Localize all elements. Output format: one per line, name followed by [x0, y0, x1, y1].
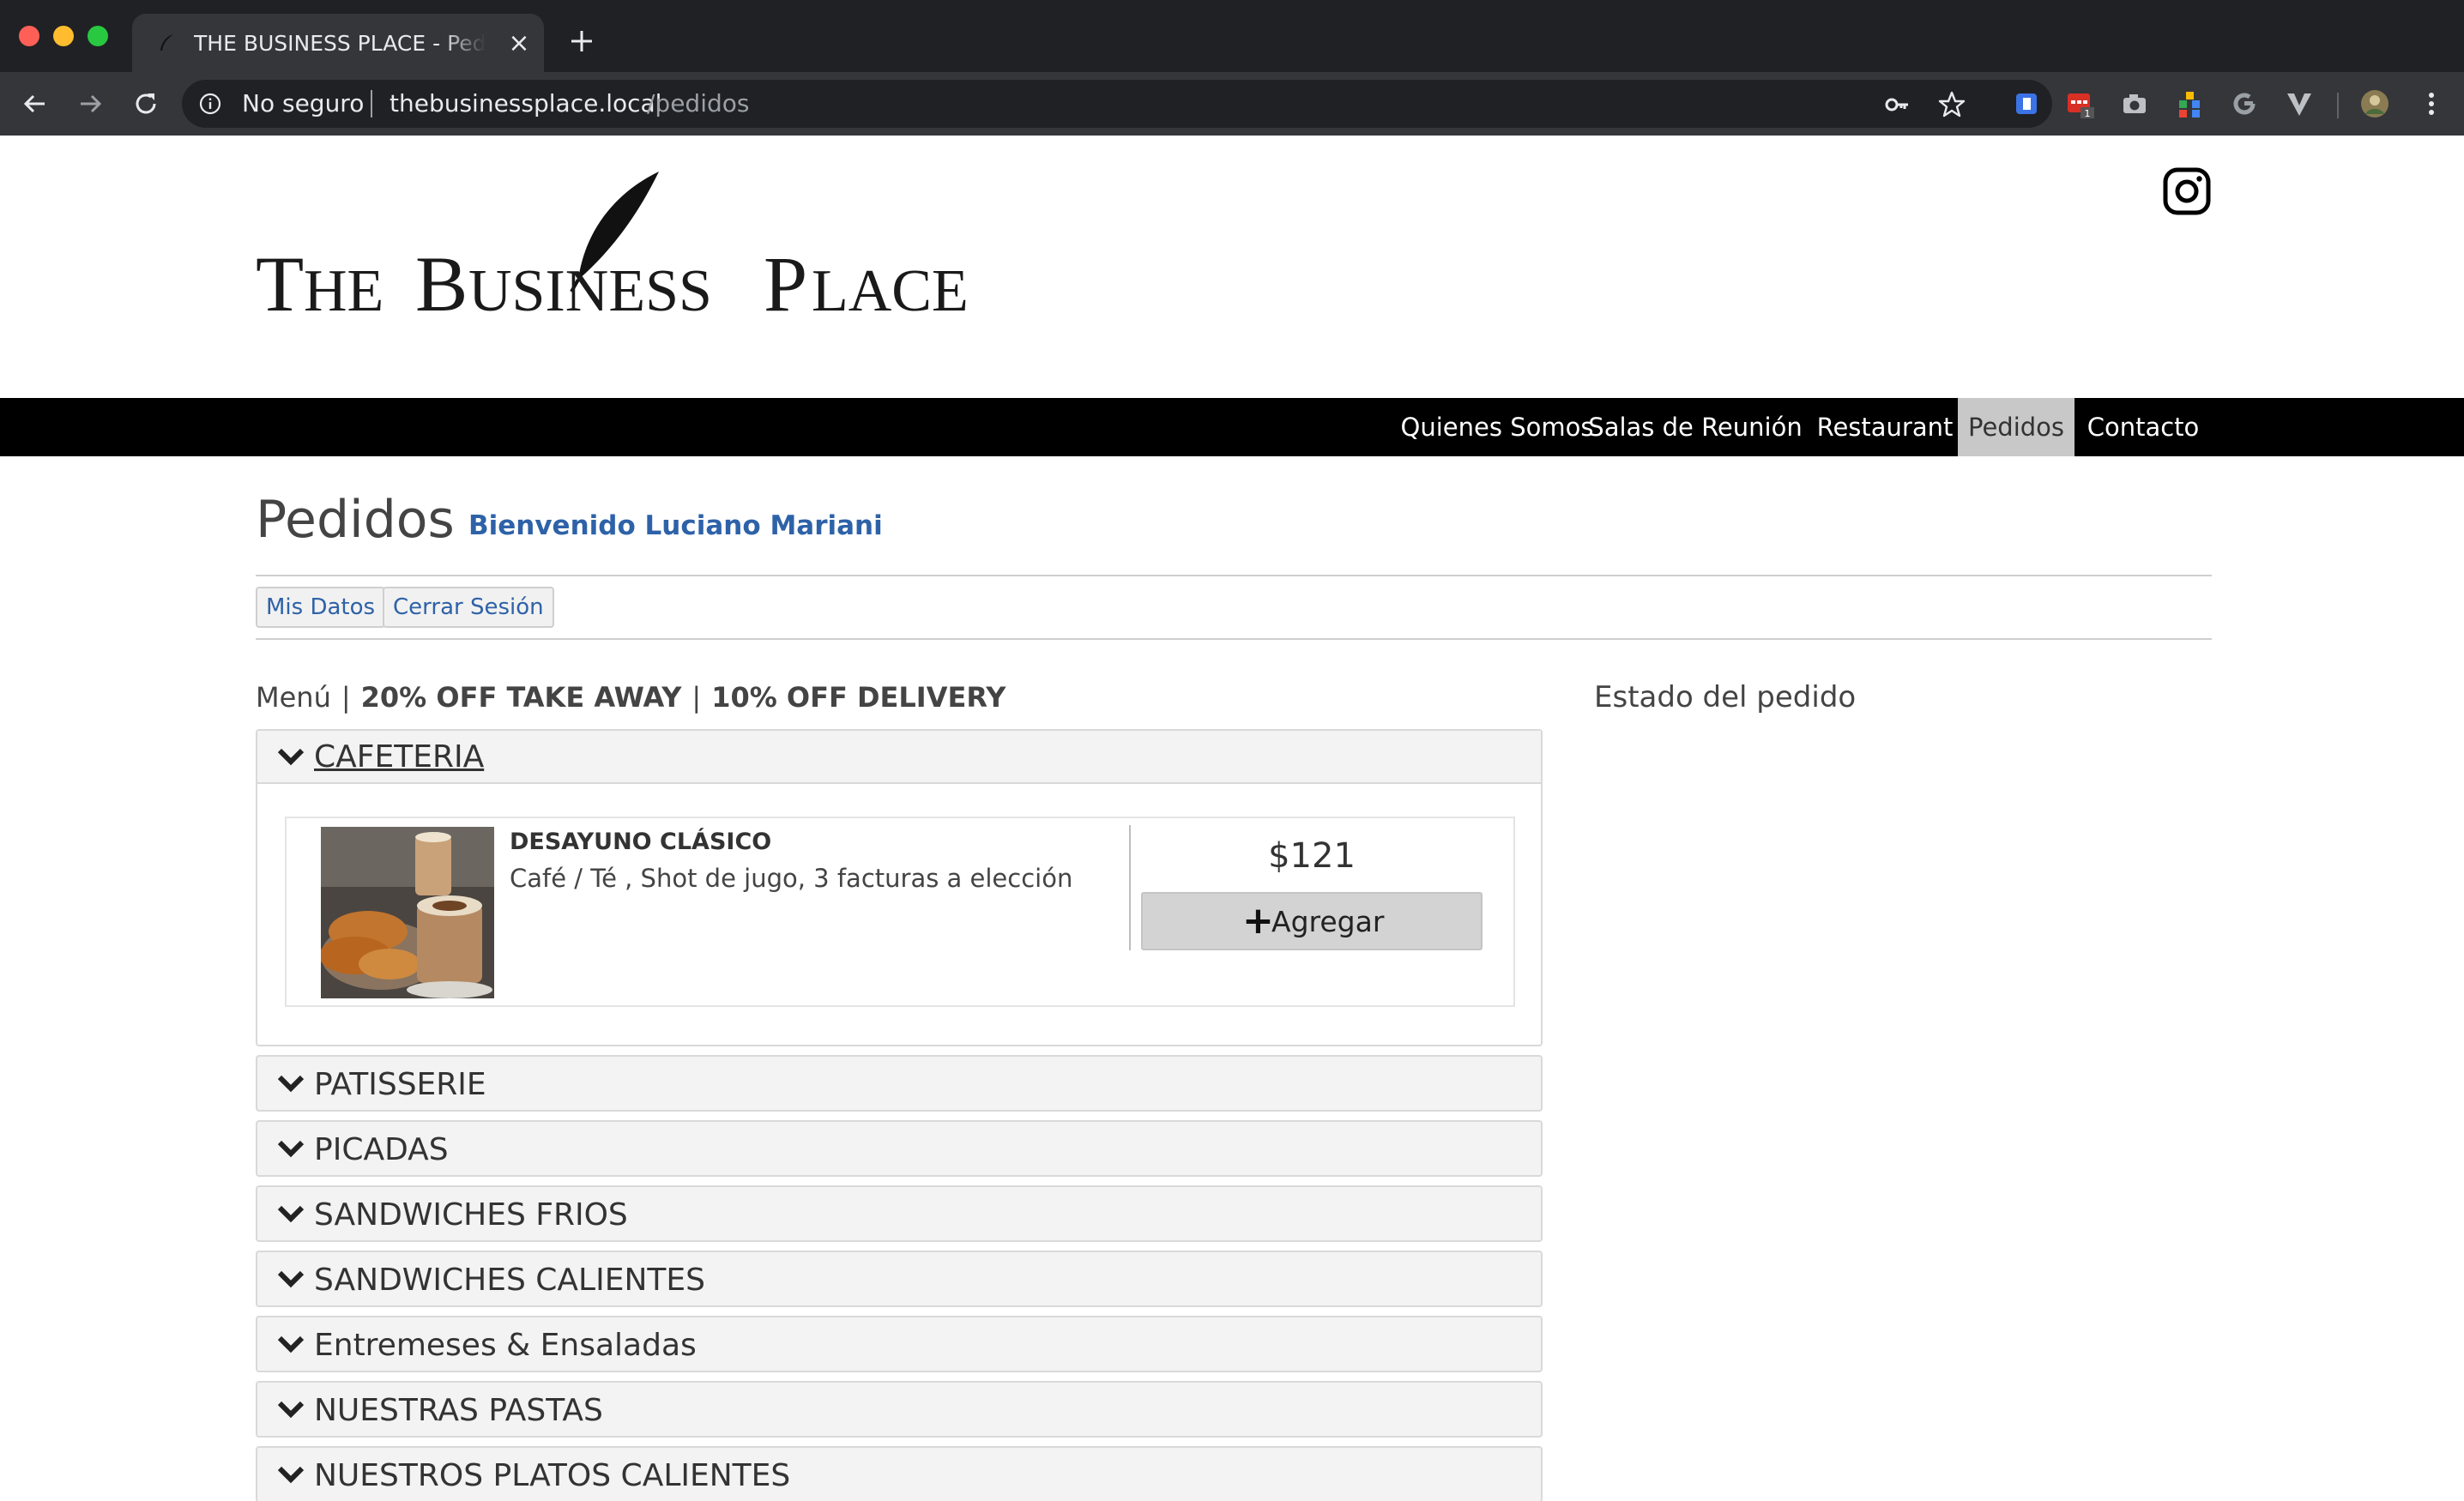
extension-vimium-icon[interactable]	[2284, 88, 2315, 119]
browser-toolbar: No seguro thebusinessplace.local /pedido…	[0, 72, 2464, 136]
key-icon[interactable]	[1884, 92, 1910, 118]
svg-text:P: P	[764, 240, 807, 316]
divider	[256, 638, 2212, 640]
svg-text:B: B	[415, 240, 468, 316]
separator: |	[691, 681, 702, 714]
svg-text:T: T	[256, 240, 304, 316]
extension-sync-icon[interactable]	[2229, 88, 2260, 119]
category-header[interactable]: CAFETERIA	[257, 731, 1541, 784]
info-icon[interactable]	[199, 93, 221, 115]
address-bar[interactable]: No seguro thebusinessplace.local /pedido…	[182, 80, 2052, 128]
svg-text:LACE: LACE	[812, 258, 969, 316]
nav-item-contacto[interactable]: Contacto	[2074, 398, 2212, 456]
extension-calendar-icon[interactable]: 1	[2064, 88, 2095, 119]
item-divider	[1129, 825, 1131, 950]
category-sandwiches-frios[interactable]: SANDWICHES FRIOS	[256, 1185, 1543, 1242]
window-close-button[interactable]	[19, 26, 39, 46]
promo-delivery: 10% OFF DELIVERY	[711, 681, 1006, 714]
extension-badge: 1	[2085, 108, 2091, 119]
chevron-down-icon	[277, 1335, 305, 1353]
item-description: Café / Té , Shot de jugo, 3 facturas a e…	[510, 864, 1073, 893]
browser-chrome: THE BUSINESS PLACE - Pedidos × No seguro	[0, 0, 2464, 136]
chevron-down-icon	[277, 1205, 305, 1223]
menu-header: Menú | 20% OFF TAKE AWAY | 10% OFF DELIVERY	[256, 676, 1006, 719]
category-title[interactable]: PATISSERIE	[314, 1064, 486, 1106]
security-label[interactable]: No seguro	[242, 88, 364, 119]
page-content: T HE B USINESS P LACE Quienes Somos Sala…	[0, 136, 2464, 1501]
tab-title: THE BUSINESS PLACE - Pedidos	[194, 31, 486, 56]
category-title[interactable]: PICADAS	[314, 1129, 449, 1172]
browser-tab[interactable]: THE BUSINESS PLACE - Pedidos ×	[132, 14, 544, 72]
back-icon[interactable]	[19, 88, 50, 119]
svg-text:HE: HE	[304, 258, 383, 316]
browser-menu-icon[interactable]	[2416, 88, 2447, 119]
profile-avatar-icon[interactable]	[2359, 88, 2390, 119]
new-tab-icon[interactable]	[566, 26, 597, 57]
order-status-title: Estado del pedido	[1594, 680, 1857, 714]
tab-close-icon[interactable]: ×	[504, 29, 534, 58]
mis-datos-button[interactable]: Mis Datos	[256, 587, 386, 628]
add-to-order-button[interactable]: + Agregar	[1141, 892, 1483, 950]
page-title: Pedidos	[256, 490, 455, 550]
main-nav: Quienes Somos Salas de Reunión Restauran…	[0, 398, 2464, 456]
welcome-message: Bienvenido Luciano Mariani	[468, 510, 883, 541]
extension-camera-icon[interactable]	[2119, 88, 2150, 119]
chevron-down-icon	[277, 1270, 305, 1288]
category-picadas[interactable]: PICADAS	[256, 1120, 1543, 1177]
site-logo[interactable]: T HE B USINESS P LACE	[256, 170, 976, 316]
category-sandwiches-calientes[interactable]: SANDWICHES CALIENTES	[256, 1251, 1543, 1307]
item-photo	[321, 827, 494, 998]
reload-icon[interactable]	[130, 88, 161, 119]
category-nuestras-pastas[interactable]: NUESTRAS PASTAS	[256, 1381, 1543, 1438]
star-icon[interactable]	[1937, 90, 1966, 119]
svg-text:USINESS: USINESS	[468, 258, 712, 316]
category-nuestros-platos-calientes[interactable]: NUESTROS PLATOS CALIENTES	[256, 1446, 1543, 1501]
window-minimize-button[interactable]	[53, 26, 74, 46]
nav-item-restaurant[interactable]: Restaurant	[1809, 398, 1961, 456]
forward-icon[interactable]	[75, 88, 106, 119]
url-path[interactable]: /pedidos	[647, 88, 749, 119]
category-title[interactable]: NUESTROS PLATOS CALIENTES	[314, 1455, 790, 1498]
item-price: $121	[1268, 836, 1356, 876]
add-button-label: Agregar	[1271, 905, 1385, 938]
chevron-down-icon	[277, 1401, 305, 1419]
separator: |	[341, 681, 351, 714]
chevron-down-icon	[277, 1140, 305, 1158]
extension-blocks-icon[interactable]	[2174, 88, 2205, 119]
window-maximize-button[interactable]	[88, 26, 108, 46]
menu-item-card: DESAYUNO CLÁSICO Café / Té , Shot de jug…	[285, 817, 1515, 1007]
promo-takeaway: 20% OFF TAKE AWAY	[360, 681, 682, 714]
nav-item-quienes-somos[interactable]: Quienes Somos	[1385, 398, 1609, 456]
category-title[interactable]: SANDWICHES FRIOS	[314, 1194, 628, 1237]
category-title[interactable]: CAFETERIA	[314, 736, 484, 779]
cerrar-sesion-button[interactable]: Cerrar Sesión	[383, 587, 554, 628]
instagram-icon[interactable]	[2162, 166, 2212, 216]
item-name: DESAYUNO CLÁSICO	[510, 829, 772, 855]
category-title[interactable]: Entremeses & Ensaladas	[314, 1324, 697, 1367]
omnibox-divider	[371, 90, 372, 118]
category-entremeses-ensaladas[interactable]: Entremeses & Ensaladas	[256, 1316, 1543, 1372]
menu-label: Menú	[256, 681, 331, 714]
divider	[256, 575, 2212, 576]
chevron-down-icon	[277, 748, 305, 766]
category-title[interactable]: NUESTRAS PASTAS	[314, 1389, 603, 1432]
plus-icon: +	[1242, 899, 1274, 943]
url-host[interactable]: thebusinessplace.local	[390, 88, 661, 119]
chevron-down-icon	[277, 1466, 305, 1484]
chevron-down-icon	[277, 1075, 305, 1093]
nav-item-salas-de-reunion[interactable]: Salas de Reunión	[1585, 398, 1805, 456]
feather-favicon-icon	[160, 34, 173, 51]
tab-strip: THE BUSINESS PLACE - Pedidos ×	[0, 0, 2464, 72]
category-title[interactable]: SANDWICHES CALIENTES	[314, 1259, 705, 1302]
category-panel-cafeteria: CAFETERIA DESAYUNO CLÁSICO Café / Té , S…	[256, 729, 1543, 1046]
category-patisserie[interactable]: PATISSERIE	[256, 1055, 1543, 1112]
toolbar-divider	[2337, 93, 2339, 118]
extension-translate-icon[interactable]	[2011, 88, 2042, 119]
nav-item-pedidos[interactable]: Pedidos	[1958, 398, 2074, 456]
